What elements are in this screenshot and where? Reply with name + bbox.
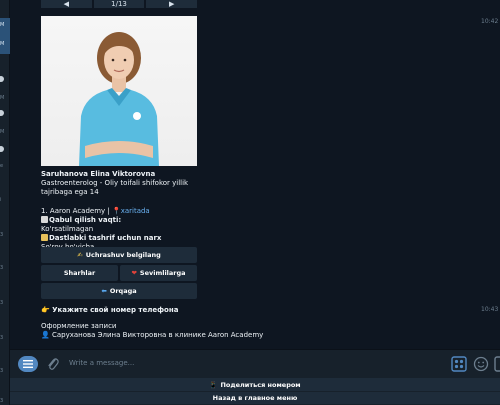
menu-icon (23, 360, 33, 368)
chat-list-label: M (0, 41, 5, 47)
pager-row: ◀ 1/13 ▶ (41, 0, 198, 8)
booking-detail: 👤 Саруханова Элина Викторовна в клинике … (41, 331, 263, 340)
map-link[interactable]: xaritada (121, 207, 150, 215)
pointing-hand-icon: 👉 (41, 306, 50, 314)
clinic-name: 1. Aaron Academy | (41, 206, 110, 215)
doctor-portrait-illustration (79, 32, 159, 166)
chat-list-label: M (0, 22, 5, 28)
bot-keyboard-icon[interactable] (451, 356, 467, 372)
reply-keyboard: 📱 Поделиться номером Назад в главное меню (10, 377, 500, 405)
chat-list-label: e (0, 163, 4, 169)
back-button[interactable]: ⬅ Orqaga (41, 283, 197, 299)
main-menu-button[interactable]: Назад в главное меню (10, 392, 500, 404)
share-phone-label: Поделиться номером (220, 380, 301, 389)
back-label: Orqaga (109, 287, 137, 295)
favorites-label: Sevimlilarga (139, 269, 186, 277)
chat-list-label: 3 (0, 368, 4, 374)
chat-list-label: M (0, 129, 5, 135)
back-arrow-icon: ⬅ (101, 287, 107, 295)
chat-list-label: 3 (0, 232, 4, 238)
keyboard-row-1: ✍ Uchrashuv belgilang (41, 247, 197, 263)
phone-prompt-message: 👉 Укажите свой номер телефона (41, 306, 178, 315)
chat-list-label: i (0, 197, 2, 203)
heart-icon: ❤ (131, 269, 137, 277)
emoji-icon[interactable] (473, 356, 489, 372)
phone-prompt-text: Укажите свой номер телефона (52, 306, 179, 314)
phone-icon: 📱 (209, 380, 218, 389)
chat-avatar[interactable] (0, 76, 4, 82)
money-icon (41, 234, 48, 242)
booking-detail-text: Саруханова Элина Викторовна в клинике Aa… (51, 331, 264, 339)
calendar-icon (41, 215, 48, 223)
book-appointment-button[interactable]: ✍ Uchrashuv belgilang (41, 247, 197, 263)
chat-list-strip[interactable]: M M M M e i 3 3 3 3 3 3 (0, 0, 10, 405)
chat-list-label: 3 (0, 300, 4, 306)
keyboard-row-2: Sharhlar ❤ Sevimlilarga (41, 265, 197, 281)
chat-avatar[interactable] (0, 110, 4, 116)
price-label-line: Dastlabki tashrif uchun narx (41, 234, 211, 243)
book-appointment-label: Uchrashuv belgilang (85, 251, 161, 259)
pager-page-indicator[interactable]: 1/13 (93, 0, 145, 8)
chat-list-label: 3 (0, 398, 4, 404)
pencil-icon: ✍ (77, 251, 83, 259)
keyboard-row-3: ⬅ Orqaga (41, 283, 197, 299)
doctor-photo[interactable] (41, 16, 197, 166)
bot-menu-button[interactable] (18, 356, 38, 372)
person-icon: 👤 (41, 331, 50, 339)
slots-label-line: Qabul qilish vaqti: (41, 215, 211, 225)
message-time: 10:42 (481, 18, 499, 25)
message-input[interactable]: Write a message... (69, 359, 134, 367)
pager-prev-button[interactable]: ◀ (41, 0, 92, 8)
message-input-bar: Write a message... (10, 349, 500, 377)
slots-label: Qabul qilish vaqti: (49, 215, 122, 224)
paperclip-icon[interactable] (46, 356, 60, 372)
favorites-button[interactable]: ❤ Sevimlilarga (120, 265, 197, 281)
slots-value: Ko'rsatilmagan (41, 225, 94, 234)
doctor-name: Saruhanova Elina Viktorovna (41, 170, 156, 178)
doctor-specialty: Gastroenterolog - Oliy toifali shifokor … (41, 179, 189, 197)
message-time: 10:43 (481, 306, 499, 313)
clinic-line: 1. Aaron Academy | 📍xaritada (41, 207, 211, 216)
price-label: Dastlabki tashrif uchun narx (49, 234, 162, 243)
chat-list-label: 3 (0, 265, 4, 271)
chat-list-label: M (0, 95, 5, 101)
share-phone-button[interactable]: 📱 Поделиться номером (10, 378, 500, 391)
chat-list-label: 3 (0, 335, 4, 341)
pager-next-button[interactable]: ▶ (146, 0, 198, 8)
send-icon[interactable] (494, 356, 500, 372)
booking-title: Оформление записи (41, 322, 117, 330)
chat-avatar[interactable] (0, 146, 4, 152)
doctor-info-text: Saruhanova Elina Viktorovna Gastroentero… (41, 170, 211, 253)
reviews-button[interactable]: Sharhlar (41, 265, 118, 281)
chat-messages-area[interactable]: ◀ 1/13 ▶ Saruhanova Elina Viktorovna Gas… (10, 0, 500, 349)
map-pin-icon: 📍 (111, 206, 121, 215)
